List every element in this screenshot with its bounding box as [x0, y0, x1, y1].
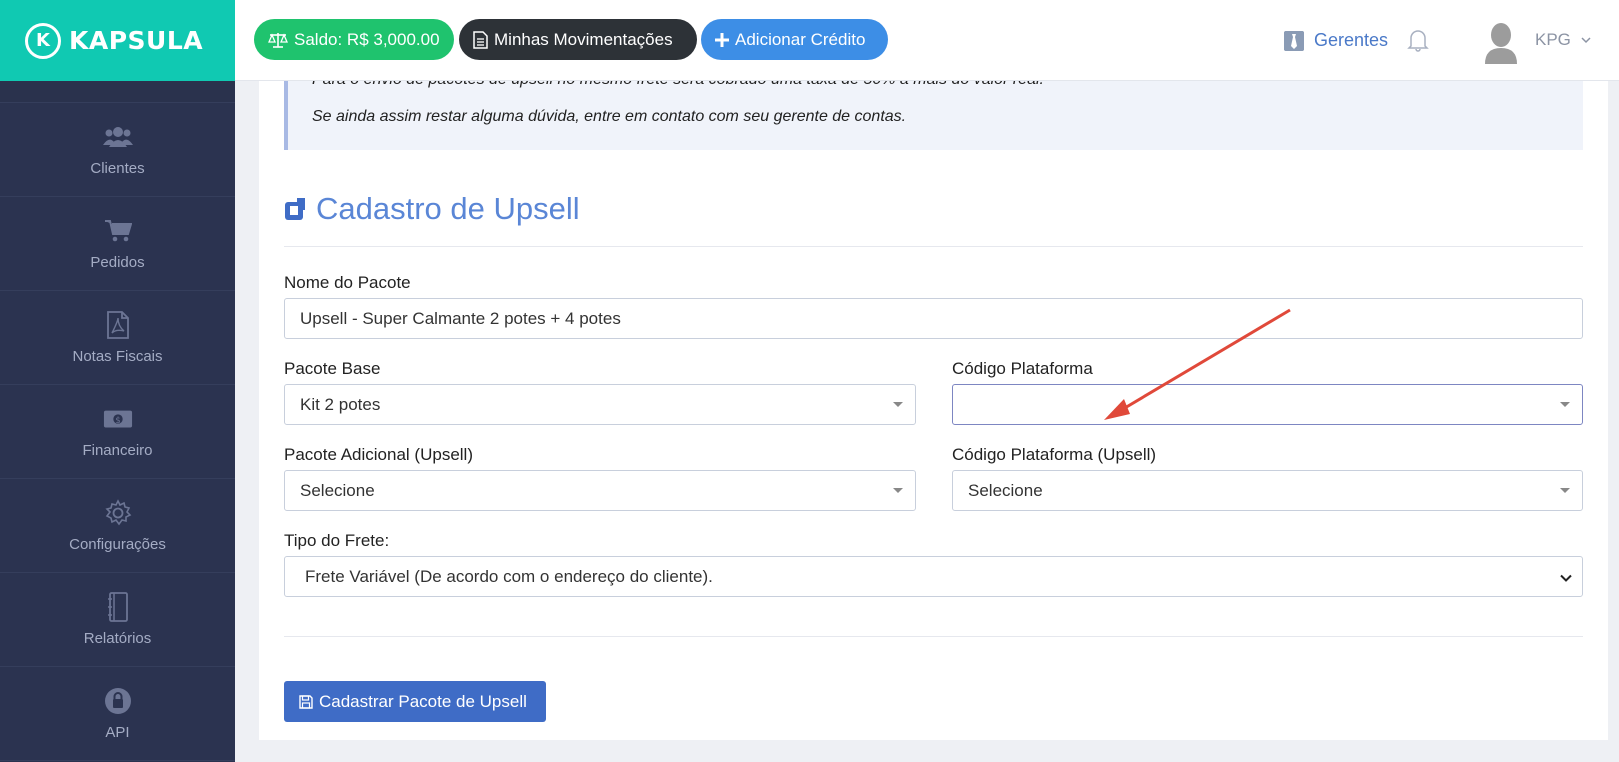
tie-badge-icon — [1284, 30, 1304, 51]
balance-scale-icon — [268, 32, 288, 48]
saldo-button[interactable]: Saldo: R$ 3,000.00 — [254, 19, 454, 60]
save-icon — [299, 694, 313, 709]
top-bar: Saldo: R$ 3,000.00 Minhas Movimentações … — [235, 0, 1619, 81]
nav-spacer — [0, 81, 235, 103]
minhas-movimentacoes-button[interactable]: Minhas Movimentações — [459, 19, 697, 60]
chevron-down-icon — [1560, 569, 1572, 589]
pacote-adicional-select[interactable]: Selecione — [284, 470, 916, 511]
codigo-plataforma-upsell-value: Selecione — [968, 480, 1043, 500]
sidebar-item-label: Pedidos — [90, 254, 145, 271]
tipo-frete-value: Frete Variável (De acordo com o endereço… — [305, 566, 713, 586]
submit-label: Cadastrar Pacote de Upsell — [319, 691, 527, 711]
adicionar-label: Adicionar Crédito — [735, 29, 866, 49]
divider — [284, 636, 1583, 637]
pacote-adicional-value: Selecione — [300, 480, 375, 500]
caret-down-icon — [893, 402, 903, 407]
codigo-plataforma-upsell-label: Código Plataforma (Upsell) — [952, 445, 1157, 464]
codigo-plataforma-label: Código Plataforma — [952, 359, 1093, 378]
pacote-base-label: Pacote Base — [284, 359, 381, 378]
caret-down-icon — [1560, 488, 1570, 493]
nome-value: Upsell - Super Calmante 2 potes + 4 pote… — [300, 308, 621, 328]
user-menu[interactable]: KPG — [1535, 30, 1591, 50]
sidebar-item-label: Financeiro — [82, 442, 153, 459]
pacote-adicional-label: Pacote Adicional (Upsell) — [284, 445, 473, 464]
caret-down-icon — [893, 488, 903, 493]
cadastrar-pacote-button[interactable]: Cadastrar Pacote de Upsell — [284, 681, 546, 722]
gear-icon — [103, 498, 133, 528]
sidebar-item-configuracoes[interactable]: Configurações — [0, 479, 235, 573]
brand-name: KAPSULA — [69, 26, 204, 55]
page-title: Cadastro de Upsell — [284, 191, 580, 227]
notice-line: Se ainda assim restar alguma dúvida, ent… — [312, 108, 907, 125]
caret-down-icon — [1560, 402, 1570, 407]
user-name: KPG — [1535, 30, 1571, 49]
pacote-base-select[interactable]: Kit 2 potes — [284, 384, 916, 425]
pdf-file-icon — [103, 310, 133, 340]
users-icon — [102, 122, 133, 152]
sidebar-item-label: API — [105, 724, 130, 741]
bell-icon[interactable] — [1407, 28, 1429, 57]
sidebar-item-api[interactable]: API — [0, 667, 235, 761]
tipo-frete-label: Tipo do Frete: — [284, 531, 390, 550]
plus-icon — [715, 32, 729, 47]
square-edit-icon — [285, 198, 305, 220]
codigo-plataforma-upsell-select[interactable]: Selecione — [952, 470, 1583, 511]
nome-do-pacote-input[interactable]: Upsell - Super Calmante 2 potes + 4 pote… — [284, 298, 1583, 339]
sidebar-item-relatorios[interactable]: Relatórios — [0, 573, 235, 667]
saldo-label: Saldo: R$ 3,000.00 — [294, 29, 440, 49]
sidebar-item-clientes[interactable]: Clientes — [0, 103, 235, 197]
svg-text:$: $ — [115, 415, 120, 425]
codigo-plataforma-select[interactable] — [952, 384, 1583, 425]
sidebar-item-label: Relatórios — [83, 630, 152, 647]
info-notice: Para o envio de pacotes de upsell no mes… — [284, 81, 1583, 150]
money-icon: $ — [103, 404, 133, 434]
content-card: Para o envio de pacotes de upsell no mes… — [259, 81, 1608, 740]
page-title-text: Cadastro de Upsell — [316, 191, 580, 226]
adicionar-credito-button[interactable]: Adicionar Crédito — [701, 19, 888, 60]
chevron-down-icon — [1581, 33, 1591, 47]
sidebar-item-label: Clientes — [90, 160, 145, 177]
logo-letter: K — [36, 30, 50, 51]
sidebar-item-label: Configurações — [69, 536, 166, 553]
gerentes-link[interactable]: Gerentes — [1284, 30, 1388, 51]
pacote-base-value: Kit 2 potes — [300, 394, 381, 414]
kapsula-logo-icon: K — [25, 22, 61, 59]
sidebar-item-notas-fiscais[interactable]: Notas Fiscais — [0, 291, 235, 385]
sidebar-item-label: Notas Fiscais — [72, 348, 163, 365]
nome-label: Nome do Pacote — [284, 273, 411, 292]
sidebar: K KAPSULA Clientes Pedidos Notas Fiscais… — [0, 0, 235, 762]
gerentes-label: Gerentes — [1314, 30, 1389, 50]
brand-logo-area[interactable]: K KAPSULA — [0, 0, 235, 81]
cart-icon — [103, 216, 133, 246]
sidebar-item-financeiro[interactable]: $ Financeiro — [0, 385, 235, 479]
lock-icon — [103, 686, 133, 716]
sidebar-item-pedidos[interactable]: Pedidos — [0, 197, 235, 291]
divider — [284, 246, 1583, 247]
movimentacoes-label: Minhas Movimentações — [494, 29, 673, 49]
document-icon — [473, 30, 488, 49]
notebook-icon — [103, 592, 133, 622]
avatar-icon[interactable] — [1483, 22, 1519, 69]
tipo-frete-select[interactable]: Frete Variável (De acordo com o endereço… — [284, 556, 1583, 597]
